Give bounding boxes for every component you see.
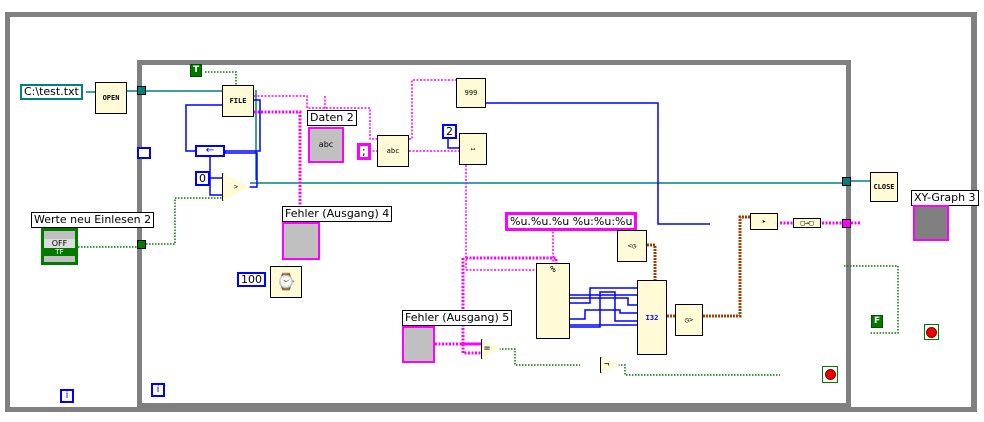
true-constant[interactable]: T bbox=[190, 64, 203, 77]
daten-indicator: abc bbox=[308, 127, 344, 163]
stop-icon-outer[interactable] bbox=[924, 324, 939, 340]
button-state: OFF bbox=[44, 239, 75, 248]
daten-label: Daten 2 bbox=[307, 110, 357, 126]
seconds-to-date-icon[interactable]: <◷ bbox=[617, 230, 647, 262]
xy-graph-icon bbox=[913, 205, 949, 241]
false-constant[interactable]: F bbox=[871, 315, 884, 328]
wait-ms-icon[interactable]: ⌚ bbox=[270, 266, 302, 298]
scan-from-string-icon[interactable]: abc bbox=[377, 135, 409, 167]
zero-constant[interactable]: 0 bbox=[195, 171, 210, 186]
error-5-label: Fehler (Ausgang) 5 bbox=[402, 310, 513, 326]
shift-register-icon: ← bbox=[195, 145, 225, 157]
refnum-wire bbox=[250, 180, 870, 184]
bundle-icon[interactable]: □→□ bbox=[793, 218, 821, 228]
boolean-tunnel bbox=[137, 240, 146, 249]
build-array-icon[interactable]: ➤ bbox=[750, 213, 778, 230]
error-5-indicator bbox=[402, 326, 435, 363]
string-wire bbox=[369, 150, 554, 271]
loop-tunnel-icon bbox=[137, 147, 151, 159]
data-out-tunnel bbox=[842, 219, 851, 228]
refnum-tunnel bbox=[137, 86, 146, 95]
button-type: TF bbox=[44, 248, 75, 256]
loop-iteration-icon: i bbox=[151, 383, 165, 397]
wires bbox=[78, 71, 899, 376]
numeric-wire bbox=[486, 102, 710, 225]
format-string-constant[interactable]: %u.%u.%u %u:%u:%u bbox=[505, 212, 638, 231]
block-diagram: C:\test.txt OPEN T FILE ← 0 > Daten 2 ab… bbox=[0, 0, 984, 422]
numeric-wire bbox=[559, 287, 637, 336]
refnum-out-tunnel bbox=[842, 177, 851, 186]
bundle-cluster-icon[interactable]: I32 bbox=[637, 280, 667, 355]
error-4-label: Fehler (Ausgang) 4 bbox=[282, 206, 393, 222]
date-to-seconds-icon[interactable]: ◷> bbox=[675, 304, 703, 336]
file-path-constant[interactable]: C:\test.txt bbox=[20, 84, 83, 100]
scan-format-icon[interactable]: % bbox=[536, 263, 570, 339]
file-open-icon[interactable]: OPEN bbox=[95, 82, 127, 114]
button-label: Werte neu Einlesen 2 bbox=[31, 212, 155, 228]
string-to-number-icon[interactable]: 999 bbox=[456, 78, 486, 108]
error-4-indicator bbox=[282, 222, 320, 260]
werte-neu-einlesen-button[interactable]: OFF TF bbox=[41, 228, 78, 265]
wait-constant[interactable]: 100 bbox=[237, 272, 266, 287]
separator-constant[interactable]: ; bbox=[357, 143, 371, 160]
split-string-icon[interactable]: ↦ bbox=[459, 133, 487, 165]
index-constant[interactable]: 2 bbox=[442, 124, 457, 139]
file-read-icon[interactable]: FILE bbox=[222, 85, 254, 117]
loop-iteration-icon: i bbox=[60, 389, 74, 403]
xy-graph-label: XY-Graph 3 bbox=[911, 190, 979, 206]
file-close-icon[interactable]: CLOSE bbox=[870, 172, 898, 202]
numeric-wire bbox=[447, 138, 459, 149]
stop-icon[interactable] bbox=[822, 366, 838, 383]
